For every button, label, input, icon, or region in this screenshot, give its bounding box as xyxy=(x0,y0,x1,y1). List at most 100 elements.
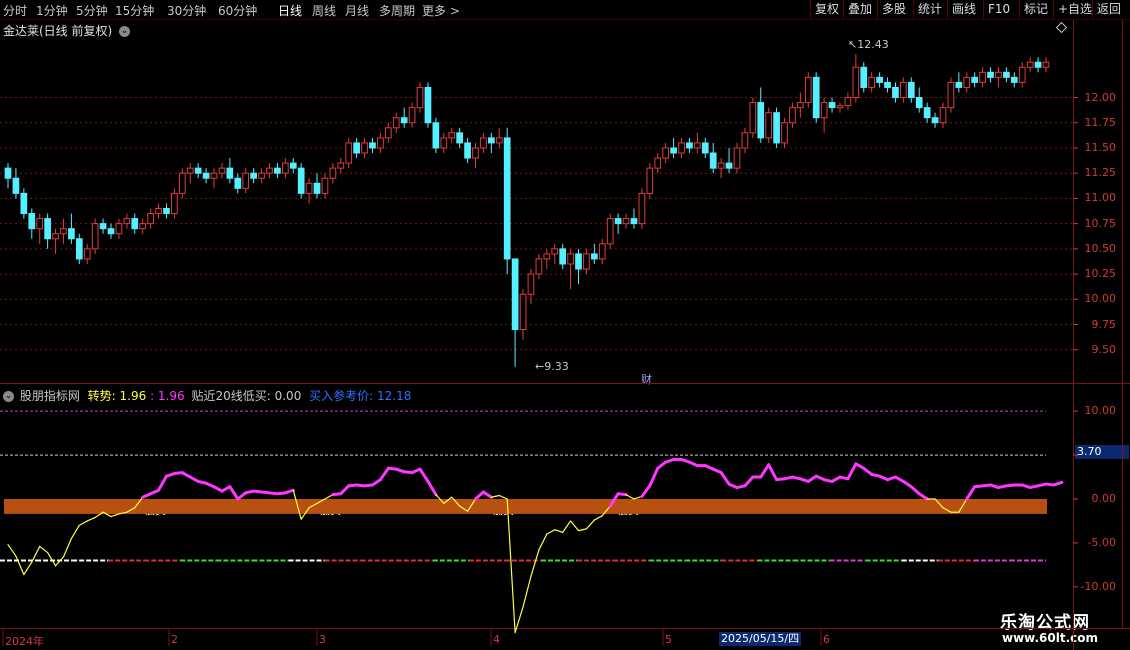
trend-line-segment xyxy=(934,498,944,509)
candle-body xyxy=(551,248,559,255)
candle-body xyxy=(107,228,115,235)
trend-value: 转势: 1.96 xyxy=(87,389,147,403)
candle-body xyxy=(139,223,147,230)
trend-line-segment xyxy=(300,507,310,520)
trend-line-segment xyxy=(15,555,25,576)
price-tick-label: 10.75 xyxy=(1084,216,1117,230)
chevron-down-icon[interactable]: ⌄ xyxy=(119,26,131,37)
trend-line-segment xyxy=(54,556,65,567)
candle-body xyxy=(1003,71,1010,78)
period-tab-8[interactable]: 月线 xyxy=(345,2,369,19)
candle-body xyxy=(511,258,519,331)
trend-line-segment xyxy=(157,474,168,492)
candle-body xyxy=(503,137,511,260)
candle-body xyxy=(781,122,788,144)
candle-body xyxy=(717,162,725,169)
trend-line-segment xyxy=(267,491,279,496)
period-toolbar: 分时 1分钟 5分钟 15分钟 30分钟 60分钟 日线 周线 月线 多周期 更多 > 复权 叠加 多股统… xyxy=(0,0,1130,20)
candle-body xyxy=(741,132,749,149)
period-tab-3[interactable]: 15分钟 xyxy=(115,2,154,19)
candle-body xyxy=(1034,61,1042,68)
candle-body xyxy=(678,142,685,154)
toolbar-button-5[interactable]: F10 xyxy=(983,0,1014,19)
period-tab-4[interactable]: 30分钟 xyxy=(167,2,206,19)
period-tab-9[interactable]: 多周期 xyxy=(379,2,415,19)
trend-line-segment xyxy=(498,494,508,500)
candle-body xyxy=(274,167,281,174)
candle-body xyxy=(638,192,646,225)
candle-body xyxy=(44,218,51,240)
toolbar-button-7[interactable]: +自选 xyxy=(1053,0,1096,19)
stock-title-text: 金达莱(日线 前复权) xyxy=(3,24,113,38)
near20-value: 贴近20线低买: 0.00 xyxy=(191,389,302,403)
chart-canvas[interactable] xyxy=(0,0,1130,650)
trend-line-segment xyxy=(942,507,952,513)
cursor-date: 2025/05/15/四 xyxy=(719,632,802,646)
trend-line-segment xyxy=(324,494,334,500)
candle-body xyxy=(971,76,979,83)
period-tab-1[interactable]: 1分钟 xyxy=(36,2,68,19)
period-tab-6[interactable]: 日线 xyxy=(278,2,302,19)
candle-body xyxy=(907,81,915,99)
toolbar-button-0[interactable]: 复权 xyxy=(810,0,843,19)
candle-body xyxy=(583,253,590,270)
trend-line-segment xyxy=(244,489,256,495)
indicator-title: ⌄ 股朋指标网 转势: 1.96 : 1.96 贴近20线低买: 0.00 买入… xyxy=(3,387,411,404)
low-buy-label: 低买 xyxy=(144,504,166,517)
stock-title: 金达莱(日线 前复权) ⌄ xyxy=(3,22,131,39)
candle-body xyxy=(884,81,891,88)
trend-line-segment xyxy=(70,524,80,540)
trend-line-segment xyxy=(410,467,422,475)
trend-line-segment xyxy=(220,485,232,493)
toolbar-button-1[interactable]: 叠加 xyxy=(843,0,876,19)
candle-body xyxy=(860,66,868,88)
candle-body xyxy=(60,228,67,235)
candle-body xyxy=(749,102,757,134)
candle-body xyxy=(226,167,234,179)
toolbar-button-3[interactable]: 统计 xyxy=(913,0,946,19)
candle-body xyxy=(250,172,257,179)
trend-line-segment xyxy=(814,474,826,482)
toolbar-button-6[interactable]: 标记 xyxy=(1019,0,1052,19)
candle-body xyxy=(400,117,408,124)
trend-line-segment xyxy=(1044,482,1056,487)
period-tab-7[interactable]: 周线 xyxy=(312,2,336,19)
candle-body xyxy=(83,248,91,260)
candle-body xyxy=(915,97,923,109)
toolbar-button-8[interactable]: 返回 xyxy=(1092,0,1125,19)
trend-line-segment xyxy=(656,460,668,470)
trend-line-segment xyxy=(402,470,414,475)
trend-line-segment xyxy=(236,491,248,501)
candle-body xyxy=(20,192,28,215)
period-tab-2[interactable]: 5分钟 xyxy=(76,2,108,19)
trend-line-segment xyxy=(141,492,153,499)
period-tab-0[interactable]: 分时 xyxy=(3,2,27,19)
trend-line-segment xyxy=(680,457,691,464)
trend-line-segment xyxy=(62,537,72,558)
candle-body xyxy=(155,208,162,215)
trend-line-segment xyxy=(331,492,343,497)
trend-line-segment xyxy=(23,561,33,576)
candle-body xyxy=(804,76,812,104)
candle-body xyxy=(163,208,170,215)
indicator-name[interactable]: 股朋指标网 xyxy=(20,389,80,403)
period-tab-10[interactable]: 更多 > xyxy=(422,2,460,19)
trend-line-segment xyxy=(965,485,977,501)
chevron-down-icon[interactable]: ⌄ xyxy=(3,391,14,402)
trend-line-segment xyxy=(870,472,882,478)
trend-line-segment xyxy=(616,492,628,497)
period-tab-5[interactable]: 60分钟 xyxy=(218,2,257,19)
candle-body xyxy=(606,218,614,245)
trend-line-segment xyxy=(687,460,699,468)
candle-body xyxy=(28,213,36,230)
toolbar-button-4[interactable]: 画线 xyxy=(947,0,980,19)
low-price-label: ←9.33 xyxy=(535,360,569,373)
candle-body xyxy=(947,81,955,109)
trend-line-segment xyxy=(149,488,161,496)
finance-marker[interactable]: 财 xyxy=(641,371,652,387)
candle-body xyxy=(797,102,804,109)
toolbar-button-2[interactable]: 多股 xyxy=(877,0,910,19)
trend-line-segment xyxy=(973,484,985,489)
trend-line-segment xyxy=(640,484,652,498)
candle-body xyxy=(353,142,360,154)
